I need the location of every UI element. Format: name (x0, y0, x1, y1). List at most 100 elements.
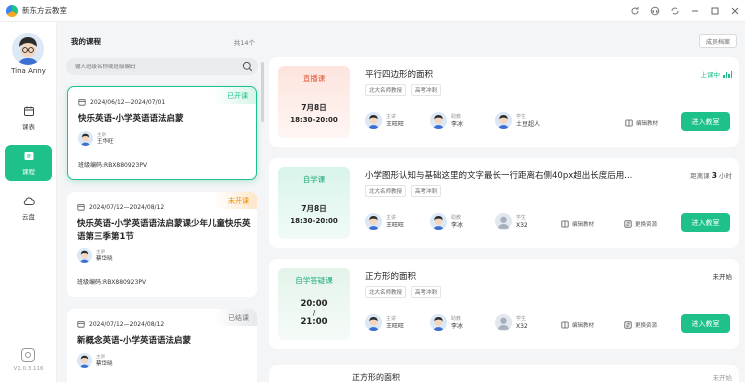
settings-icon[interactable] (21, 348, 35, 362)
lesson-card: 正方形的面积 未开始 (269, 365, 739, 382)
person: 学生 土豆超人 (495, 112, 547, 129)
replace-resource-button[interactable]: 更换资源 (624, 321, 657, 329)
course-teacher: 主讲 蔡岱晓 (77, 248, 113, 263)
lesson-title: 小学图形认知与基础这里的文字最长一行距离右侧40px超出长度后用... (365, 171, 633, 181)
user-avatar[interactable] (12, 33, 44, 65)
app-title: 新东方云教室 (22, 6, 67, 15)
person: 学生 X32 (495, 213, 547, 230)
person: 助教 李冰 (430, 112, 482, 129)
maximize-button[interactable] (705, 0, 725, 22)
lesson-title: 正方形的面积 (365, 272, 417, 282)
swap-icon (624, 220, 632, 228)
nav-label-schedule: 课表 (22, 123, 35, 131)
calendar-icon (78, 99, 86, 106)
replace-resource-button[interactable]: 更换资源 (624, 220, 657, 228)
lesson-status: 上课中 (701, 69, 732, 79)
enter-classroom-button[interactable]: 进入教室 (681, 112, 730, 131)
lesson-end-time: 21:00 (300, 317, 328, 327)
avatar (495, 314, 512, 331)
avatar (365, 112, 382, 129)
avatar (430, 213, 447, 230)
app-logo-icon (6, 4, 18, 17)
lesson-card: 直播课 7月8日 18:30-20:00 平行四边形的面积 北大名师教授 高考冲… (269, 57, 739, 147)
enter-classroom-button[interactable]: 进入教室 (681, 213, 730, 232)
status-badge: 未开课 (214, 192, 257, 209)
teacher-avatar (78, 131, 93, 146)
class-code: 班级编码:RBX880923PV (78, 162, 148, 169)
lesson-status: 未开始 (712, 374, 733, 382)
refresh-icon[interactable] (625, 0, 645, 22)
nav-label-courses: 课程 (22, 168, 35, 176)
close-button[interactable] (725, 0, 745, 22)
lesson-time-block: 自学答疑课 20:00 / 21:00 (278, 268, 350, 340)
status-badge: 已开课 (213, 87, 256, 104)
avatar (365, 314, 382, 331)
edit-materials-button[interactable]: 编辑教材 (561, 321, 594, 329)
course-teacher: 主讲 王华旺 (78, 131, 114, 146)
time-separator: / (312, 309, 316, 317)
calendar-icon (77, 321, 85, 328)
course-card[interactable]: 2024/07/12—2024/08/12 未开课 快乐英语-小学英语语法启蒙课… (67, 192, 257, 297)
lesson-people: 主讲 王旺旺 助教 李冰 学生 X32 (352, 314, 547, 331)
live-bars-icon (723, 70, 732, 78)
course-count: 共14个 (233, 39, 255, 47)
lesson-type: 自学答疑课 (295, 276, 333, 285)
lesson-title: 正方形的面积 (352, 373, 400, 382)
course-list-panel: 我的课程 共14个 2024/06/12—2024/07/01 已开课 快乐英语… (57, 22, 263, 382)
tag: 高考冲刺 (411, 286, 442, 298)
lesson-time: 18:30-20:00 (290, 217, 338, 225)
book-icon (561, 220, 569, 228)
swap-icon (624, 321, 632, 329)
person: 主讲 王旺旺 (365, 112, 417, 129)
class-code: 班级编码:RBX880923PV (77, 279, 147, 286)
nav-item-cloud[interactable]: 云盘 (5, 190, 52, 226)
nav-item-schedule[interactable]: 课表 (5, 100, 52, 136)
headset-icon[interactable] (645, 0, 665, 22)
lesson-title: 平行四边形的面积 (365, 70, 434, 80)
person: 助教 李冰 (430, 314, 482, 331)
person: 学生 X32 (495, 314, 547, 331)
edit-materials-button[interactable]: 编辑教材 (625, 119, 658, 127)
title-bar: 新东方云教室 (0, 0, 745, 22)
user-name: Tina Anny (11, 67, 46, 75)
course-date: 2024/07/12—2024/08/12 (77, 320, 164, 328)
lesson-card: 自学答疑课 20:00 / 21:00 正方形的面积 北大名师教授 高考冲刺 未… (269, 259, 739, 349)
course-card[interactable]: 2024/06/12—2024/07/01 已开课 快乐英语-小学英语语法启蒙 … (67, 86, 257, 180)
avatar (495, 213, 512, 230)
enter-classroom-button[interactable]: 进入教室 (681, 314, 730, 333)
search-input[interactable] (75, 63, 235, 70)
nav-item-courses[interactable]: 课程 (5, 145, 52, 181)
tag: 高考冲刺 (411, 84, 442, 96)
lesson-time: 18:30-20:00 (290, 116, 338, 124)
avatar (495, 112, 512, 129)
lesson-panel: 成员档案 直播课 7月8日 18:30-20:00 平行四边形的面积 北大名师教… (263, 22, 745, 382)
tag: 北大名师教授 (365, 286, 407, 298)
sidebar: Tina Anny 课表 课程 云盘 V1.0.3.116 (0, 22, 57, 382)
avatar (430, 314, 447, 331)
lesson-type: 直播课 (302, 74, 326, 83)
cloud-icon (23, 197, 35, 205)
status-badge: 已结课 (214, 309, 257, 326)
member-archive-button[interactable]: 成员档案 (698, 34, 737, 48)
minimize-button[interactable] (685, 0, 705, 22)
lesson-tags: 北大名师教授 高考冲刺 (365, 84, 442, 96)
course-icon (24, 152, 33, 160)
lesson-time-block: 直播课 7月8日 18:30-20:00 (278, 66, 350, 138)
course-list-title: 我的课程 (71, 37, 101, 46)
book-icon (561, 321, 569, 329)
course-teacher: 主讲 蔡岱晓 (77, 353, 113, 368)
course-title: 新概念英语-小学英语语法启蒙 (77, 336, 192, 346)
lesson-card: 自学课 7月8日 18:30-20:00 小学图形认知与基础这里的文字最长一行距… (269, 158, 739, 248)
lesson-date: 7月8日 (301, 103, 327, 112)
edit-materials-button[interactable]: 编辑教材 (561, 220, 594, 228)
sync-icon[interactable] (665, 0, 685, 22)
tag: 高考冲刺 (411, 185, 442, 197)
course-date: 2024/07/12—2024/08/12 (77, 203, 164, 211)
course-card[interactable]: 2024/07/12—2024/08/12 已结课 新概念英语-小学英语语法启蒙… (67, 309, 257, 382)
tag: 北大名师教授 (365, 185, 407, 197)
search-icon[interactable] (242, 61, 253, 72)
lesson-start-time: 20:00 (300, 299, 328, 309)
person: 助教 李冰 (430, 213, 482, 230)
person: 主讲 王旺旺 (365, 314, 417, 331)
course-date: 2024/06/12—2024/07/01 (78, 98, 165, 106)
